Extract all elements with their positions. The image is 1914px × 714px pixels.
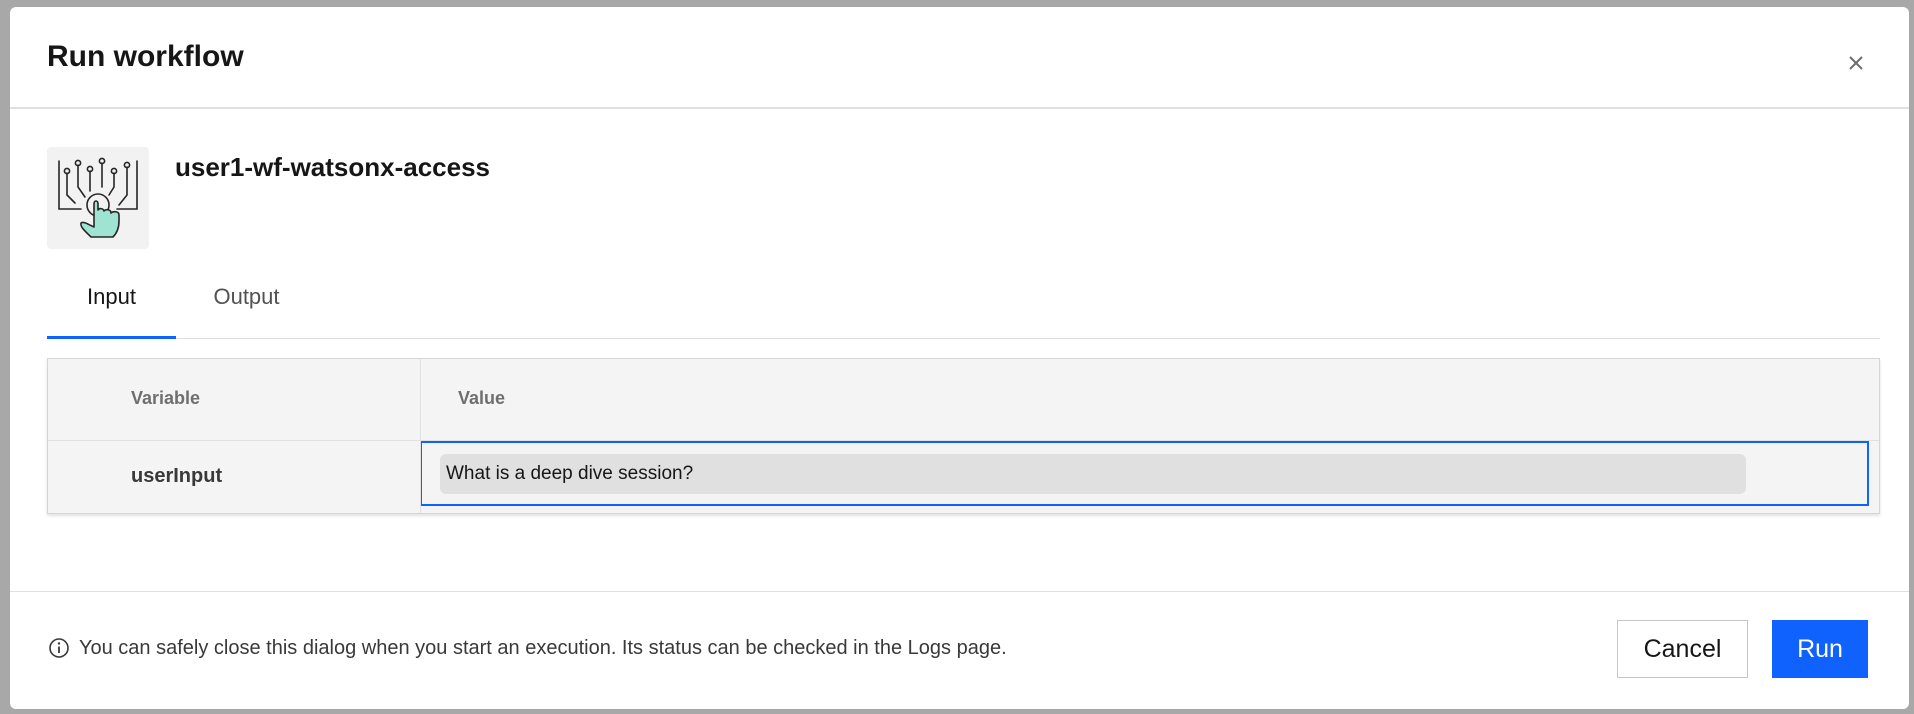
table-header-row: Variable Value [48, 359, 1879, 441]
column-header-value: Value [458, 388, 506, 408]
run-workflow-dialog: Run workflow user1-wf-watsonx-access Inp… [10, 7, 1909, 709]
touch-circuit-icon [58, 157, 138, 238]
column-divider [420, 359, 421, 513]
close-icon[interactable] [1842, 49, 1870, 77]
tab-output[interactable]: Output [200, 269, 293, 336]
dialog-title: Run workflow [47, 40, 244, 73]
variables-table: Variable Value userInput [47, 358, 1880, 514]
info-icon [49, 638, 69, 658]
column-header-variable: Variable [131, 388, 201, 408]
value-cell[interactable] [420, 441, 1869, 506]
header-divider [10, 107, 1909, 109]
cancel-button[interactable]: Cancel [1617, 620, 1748, 678]
info-message: You can safely close this dialog when yo… [79, 637, 1007, 659]
tab-list: Input Output [47, 269, 1880, 339]
variable-name: userInput [131, 465, 223, 487]
tab-input[interactable]: Input [47, 269, 176, 339]
workflow-icon-tile [47, 147, 149, 249]
table-row: userInput [48, 441, 1879, 513]
run-button[interactable]: Run [1772, 620, 1868, 678]
workflow-name: user1-wf-watsonx-access [175, 152, 491, 182]
value-input[interactable] [440, 454, 1746, 494]
footer-divider [10, 591, 1909, 592]
